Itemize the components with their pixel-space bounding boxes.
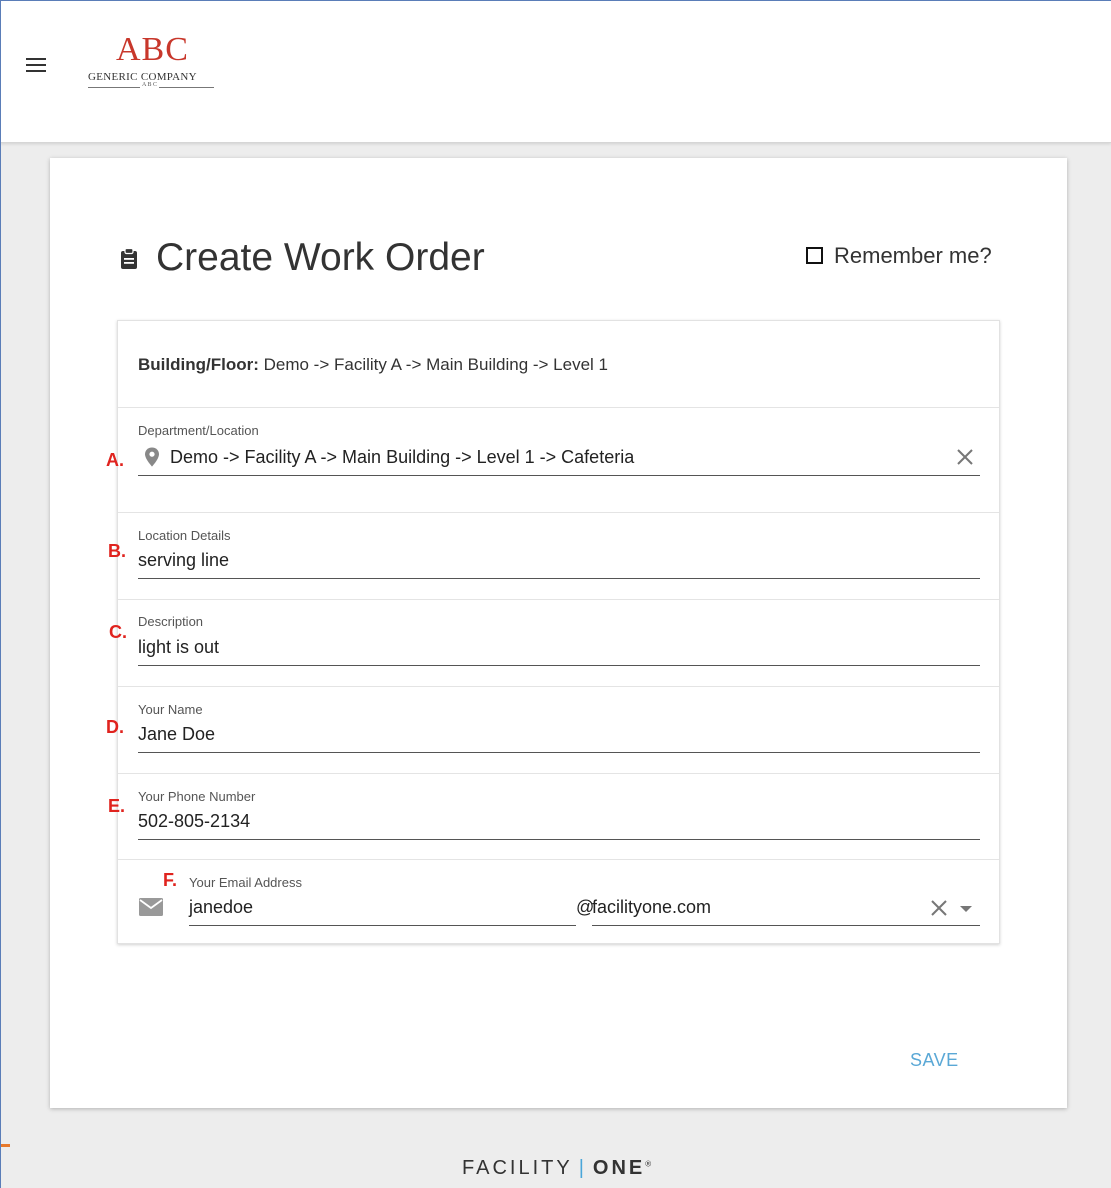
work-order-card: Create Work Order Remember me? Building/… (50, 158, 1067, 1108)
work-order-form: Building/Floor: Demo -> Facility A -> Ma… (106, 320, 1000, 945)
footer-brand-logo: FACILITY | ONE® (462, 1157, 651, 1180)
department-location-value: Demo -> Facility A -> Main Building -> L… (170, 447, 635, 467)
footer-brand-separator: | (578, 1157, 587, 1179)
hamburger-menu-icon[interactable] (26, 58, 46, 74)
accent-mark (0, 1144, 10, 1147)
remember-me-label: Remember me? (834, 243, 992, 268)
footer-brand-left: FACILITY (462, 1157, 573, 1179)
company-logo: ABC GENERIC COMPANY A B C (88, 30, 218, 94)
phone-number-row: E. Your Phone Number 502-805-2134 (108, 774, 999, 860)
location-details-input[interactable]: serving line (138, 547, 980, 579)
footer-brand-right: ONE (592, 1157, 646, 1179)
top-bar: ABC GENERIC COMPANY A B C (0, 0, 1111, 143)
description-label: Description (138, 614, 204, 629)
building-floor-value: Demo -> Facility A -> Main Building -> L… (263, 355, 609, 374)
your-name-label: Your Name (138, 702, 203, 717)
clear-icon[interactable] (954, 446, 976, 468)
your-name-input[interactable]: Jane Doe (138, 721, 980, 753)
location-details-row: B. Location Details serving line (108, 513, 999, 600)
email-user-value: janedoe (189, 897, 254, 917)
phone-number-label: Your Phone Number (138, 789, 256, 804)
email-domain-value: facilityone.com (592, 897, 712, 917)
logo-main-text: ABC (116, 31, 189, 68)
email-icon (139, 898, 163, 916)
building-floor-row: Building/Floor: Demo -> Facility A -> Ma… (118, 321, 999, 408)
building-floor-text: Building/Floor: Demo -> Facility A -> Ma… (138, 355, 608, 375)
email-label: Your Email Address (189, 875, 302, 890)
marker-e: E. (108, 796, 126, 816)
clear-icon[interactable] (928, 897, 950, 919)
your-name-value: Jane Doe (138, 724, 216, 744)
save-button[interactable]: SAVE (910, 1050, 959, 1071)
marker-f: F. (163, 870, 178, 890)
department-location-label: Department/Location (138, 423, 259, 438)
logo-small-text: A B C (140, 82, 160, 88)
description-row: C. Description light is out (109, 600, 999, 687)
your-name-row: D. Your Name Jane Doe (106, 687, 999, 774)
description-value: light is out (138, 637, 220, 657)
email-domain-select[interactable]: @ facilityone.com (576, 894, 980, 926)
phone-number-input[interactable]: 502-805-2134 (138, 808, 980, 840)
marker-a: A. (106, 450, 124, 470)
location-pin-icon (145, 447, 159, 467)
marker-b: B. (108, 541, 126, 561)
building-floor-label: Building/Floor: (138, 355, 259, 374)
page-title: Create Work Order (156, 236, 485, 279)
department-location-row: A. Department/Location Demo -> Facility … (106, 408, 999, 513)
description-input[interactable]: light is out (138, 634, 980, 666)
location-details-label: Location Details (138, 528, 231, 543)
chevron-down-icon[interactable] (960, 906, 972, 912)
email-row: F. Your Email Address janedoe @ facility… (118, 860, 999, 945)
email-user-input[interactable]: janedoe (189, 894, 576, 926)
email-domain-field[interactable]: facilityone.com (592, 894, 980, 926)
footer-brand-mark: ® (645, 1159, 652, 1169)
location-details-value: serving line (138, 550, 230, 570)
marker-d: D. (106, 717, 124, 737)
clipboard-icon (121, 248, 137, 269)
marker-c: C. (109, 622, 127, 642)
checkbox-box[interactable] (806, 247, 823, 264)
phone-number-value: 502-805-2134 (138, 811, 251, 831)
department-location-input[interactable]: Demo -> Facility A -> Main Building -> L… (138, 444, 980, 476)
